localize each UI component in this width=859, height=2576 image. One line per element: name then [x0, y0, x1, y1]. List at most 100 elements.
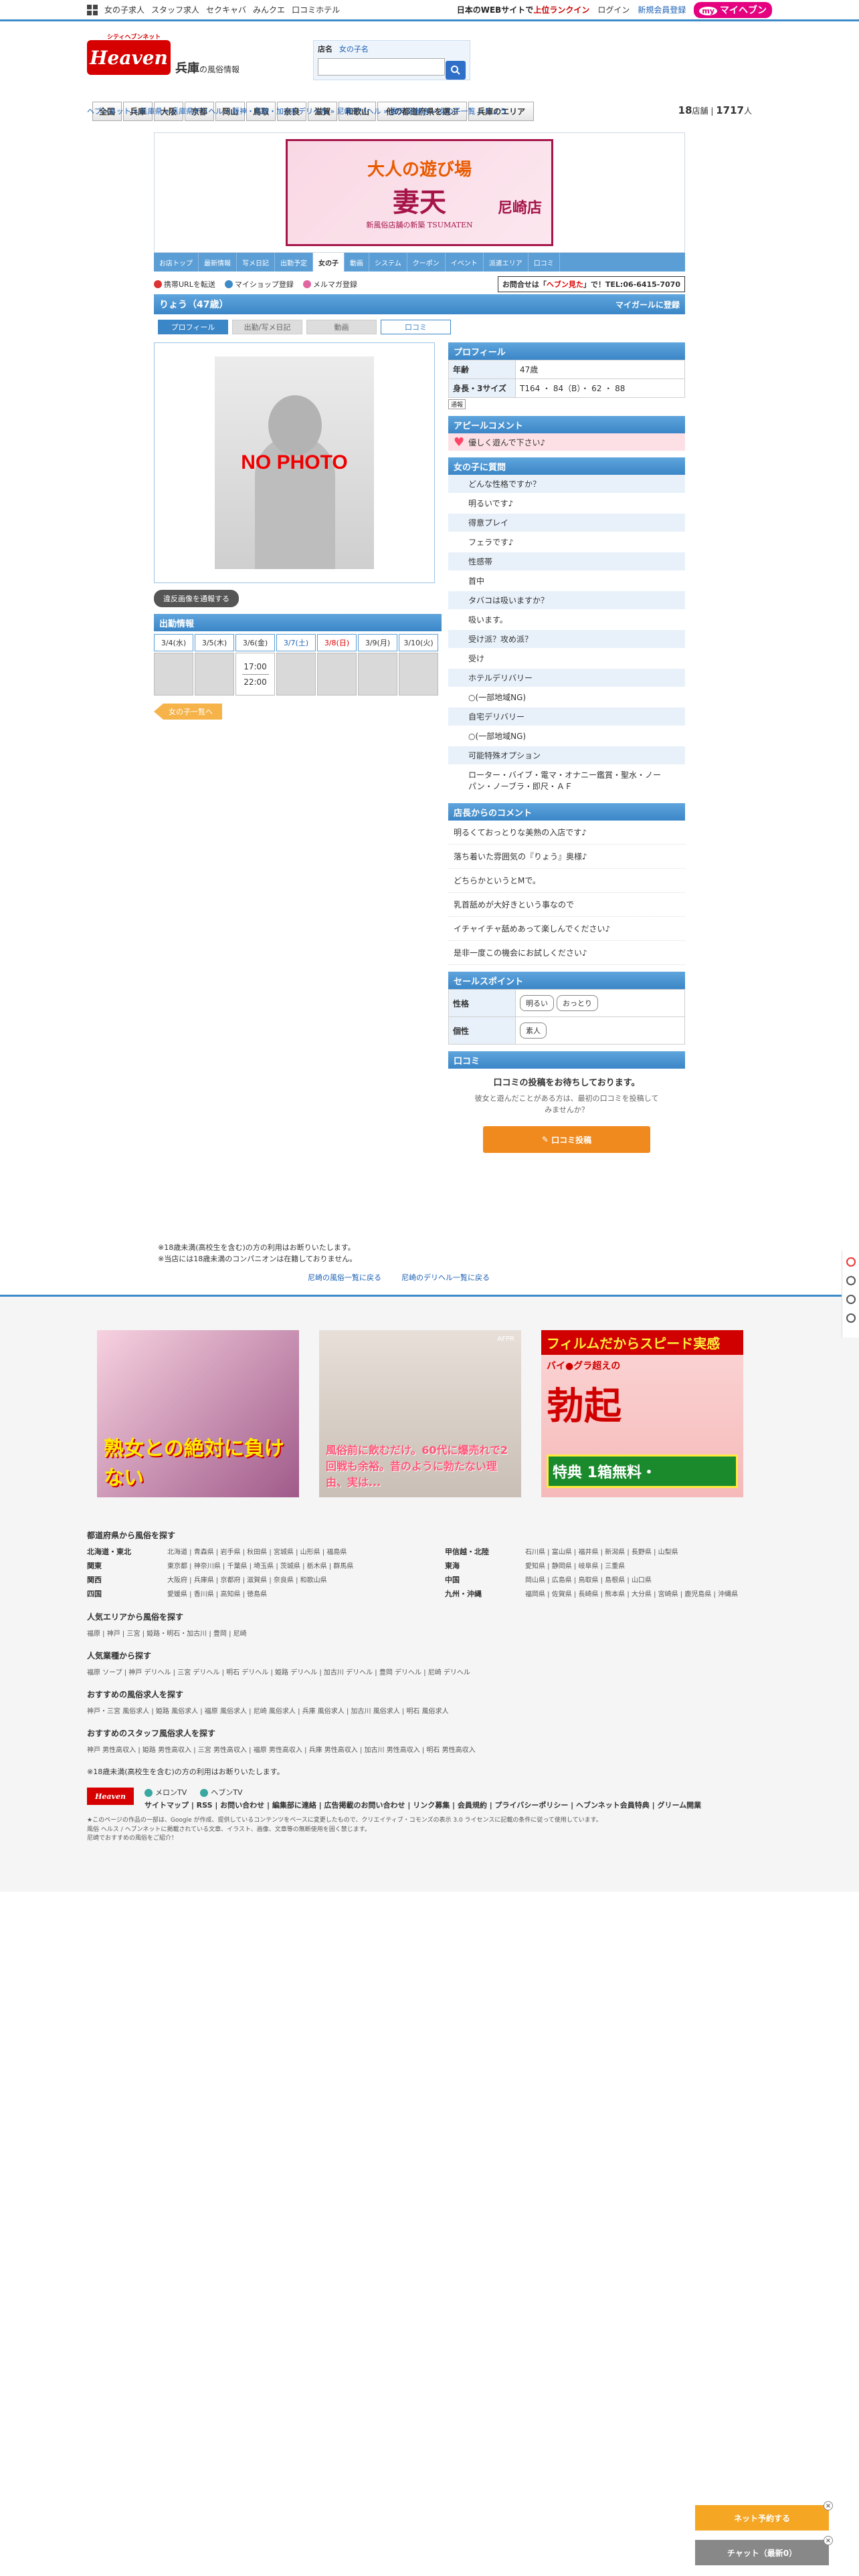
mail-icon	[302, 280, 311, 288]
shop-comment: 明るくておっとりな美熟の入店です♪ 落ち着いた雰囲気の『りょう』奥様♪ どちらかとい…	[448, 821, 685, 965]
count-divider: |	[710, 106, 714, 116]
tab-profile[interactable]: プロフィール	[158, 320, 228, 334]
region-prefs[interactable]: 石川県 | 富山県 | 福井県 | 新潟県 | 長野県 | 山梨県	[525, 1546, 678, 1557]
ranking-link[interactable]: 日本のWEBサイトで上位ランクイン	[457, 4, 590, 15]
top-link[interactable]: みんクエ	[253, 4, 285, 15]
start-time: 17:00	[244, 661, 267, 671]
region-prefs[interactable]: 大阪府 | 兵庫県 | 京都府 | 滋賀県 | 奈良県 | 和歌山県	[167, 1574, 327, 1585]
send-url-link[interactable]: 携帯URLを転送	[154, 279, 215, 290]
ad-banner[interactable]: AFPR 風俗前に飲むだけ。60代に爆売れで2回戦も余裕。昔のように勃たない理由、…	[319, 1330, 521, 1497]
my-heaven-button[interactable]: my マイヘブン	[694, 1, 772, 18]
breadcrumb[interactable]: ヘブンネット » 兵庫県 » 兵庫県デリヘル » 阪神・尼崎・加古川デリヘル »…	[87, 106, 752, 116]
footer-link-list[interactable]: サイトマップ | RSS | お問い合わせ | 編集部に連絡 | 広告掲載のお問…	[145, 1800, 701, 1812]
region-prefs[interactable]: 愛知県 | 静岡県 | 岐阜県 | 三重県	[525, 1560, 625, 1571]
post-review-button[interactable]: ✎ 口コミ投稿	[483, 1126, 650, 1153]
search-tab-girl[interactable]: 女の子名	[339, 45, 369, 53]
close-icon[interactable]: ×	[824, 2501, 833, 2510]
region-name: 中国	[445, 1576, 460, 1584]
top-link[interactable]: セクキャバ	[206, 4, 246, 15]
mailmag-link[interactable]: メルマガ登録	[302, 279, 357, 290]
tab-review[interactable]: 口コミ	[381, 320, 451, 334]
popular-area-links[interactable]: 福原 | 神戸 | 三宮 | 姫路・明石・加古川 | 豊岡 | 尼崎	[87, 1628, 776, 1638]
shop-nav-item[interactable]: 口コミ	[529, 253, 560, 272]
girl-list-button[interactable]: 女の子一覧へ	[154, 704, 222, 720]
site-logo[interactable]: シティヘブンネット Heaven	[87, 34, 171, 75]
qa-question: ホテルデリバリー	[448, 669, 685, 687]
melon-tv-link[interactable]: メロンTV	[145, 1788, 187, 1799]
sales-tag[interactable]: 明るい	[520, 995, 554, 1011]
search-tab-shop[interactable]: 店名	[318, 45, 332, 53]
report-button[interactable]: 通報	[448, 399, 466, 409]
ad-banner[interactable]: フィルムだからスピード実感 バイ●グラ超えの 勃起 特典 1箱無料・	[541, 1330, 743, 1497]
shop-nav-item[interactable]: 最新情報	[199, 253, 237, 272]
region-prefs[interactable]: 福岡県 | 佐賀県 | 長崎県 | 熊本県 | 大分県 | 宮崎県 | 鹿児島県…	[525, 1588, 738, 1599]
schedule-day: 3/10(火)	[399, 634, 438, 695]
schedule-grid: 3/4(水) 3/5(木) 3/6(金) 17:00 22:00 3/7(土) 3…	[154, 634, 442, 695]
shop-logo: 大人の遊び場 妻天 新風俗店舗の新築 TSUMATEN 尼崎店	[286, 139, 553, 246]
close-icon[interactable]: ×	[824, 2536, 833, 2545]
shop-nav-item[interactable]: お店トップ	[154, 253, 199, 272]
shop-nav-item[interactable]: 写メ日記	[237, 253, 275, 272]
myshop-link[interactable]: マイショップ登録	[224, 279, 294, 290]
grid-menu-icon[interactable]	[87, 4, 98, 15]
mygirl-button[interactable]: マイガールに登録	[615, 299, 680, 310]
register-link[interactable]: 新規会員登録	[638, 4, 686, 15]
top-link[interactable]: 女の子求人	[104, 4, 145, 15]
report-image-button[interactable]: 違反画像を通報する	[154, 590, 239, 607]
shop-nav-item[interactable]: 動画	[345, 253, 369, 272]
back-link[interactable]: 尼崎の風俗一覧に戻る	[308, 1272, 381, 1283]
clock-icon[interactable]	[846, 1276, 856, 1285]
sales-tag[interactable]: おっとり	[557, 995, 598, 1011]
region-row: 関東 東京都 | 神奈川県 | 千葉県 | 埼玉県 | 茨城県 | 栃木県 | 群…	[87, 1560, 418, 1571]
back-link[interactable]: 尼崎のデリヘル一覧に戻る	[401, 1272, 490, 1283]
region-name: 北海道・東北	[87, 1547, 131, 1556]
no-photo-placeholder: NO PHOTO	[215, 356, 374, 569]
region-prefs[interactable]: 岡山県 | 広島県 | 鳥取県 | 島根県 | 山口県	[525, 1574, 652, 1585]
side-toolbar	[842, 1251, 859, 1337]
footer-logo[interactable]: Heaven	[87, 1788, 134, 1805]
shop-nav-item[interactable]: イベント	[446, 253, 484, 272]
shop-nav-item-girls[interactable]: 女の子	[313, 253, 345, 272]
shop-nav-item[interactable]: 派遣エリア	[484, 253, 529, 272]
region-prefs[interactable]: 北海道 | 青森県 | 岩手県 | 秋田県 | 宮城県 | 山形県 | 福島県	[167, 1546, 347, 1557]
shop-nav-item[interactable]: システム	[369, 253, 407, 272]
profile-row: 年齢 47歳	[448, 360, 685, 379]
heaven-tv-link[interactable]: ヘブンTV	[200, 1788, 243, 1799]
tel-box[interactable]: お問合せは「ヘブン見た」で！TEL:06-6415-7070	[497, 276, 685, 292]
staff-links[interactable]: 神戸 男性高収入 | 姫路 男性高収入 | 三宮 男性高収入 | 福原 男性高収…	[87, 1744, 776, 1754]
region-prefs[interactable]: 愛媛県 | 香川県 | 高知県 | 徳島県	[167, 1588, 267, 1599]
sales-tag[interactable]: 素人	[520, 1023, 547, 1039]
history-icon[interactable]	[846, 1295, 856, 1304]
tab-diary[interactable]: 出勤/写メ日記	[232, 320, 302, 334]
girl-photo[interactable]: NO PHOTO	[154, 342, 435, 583]
region-prefs[interactable]: 東京都 | 神奈川県 | 千葉県 | 埼玉県 | 茨城県 | 栃木県 | 群馬県	[167, 1560, 353, 1571]
appeal-text: 優しく遊んで下さい♪	[468, 437, 546, 447]
shop-banner[interactable]: 大人の遊び場 妻天 新風俗店舗の新築 TSUMATEN 尼崎店	[154, 132, 685, 253]
ad-banner[interactable]: 熟女との絶対に負けない	[97, 1330, 299, 1497]
popular-type-title: 人気業種から探す	[87, 1651, 152, 1660]
login-link[interactable]: ログイン	[597, 4, 630, 15]
tab-video[interactable]: 動画	[306, 320, 377, 334]
tel-highlight: ヘブン見た	[546, 280, 583, 289]
tv-icon	[145, 1789, 153, 1797]
top-icon[interactable]	[846, 1313, 856, 1323]
star-icon	[224, 280, 233, 288]
schedule-slot[interactable]: 17:00 22:00	[235, 653, 275, 695]
top-link[interactable]: 口コミホテル	[292, 4, 340, 15]
net-reserve-button[interactable]: ネット予約する ×	[695, 2501, 833, 2531]
popular-type-links[interactable]: 福原 ソープ | 神戸 デリヘル | 三宮 デリヘル | 明石 デリヘル | 姫…	[87, 1667, 776, 1677]
chat-button[interactable]: チャット（最新0） ×	[695, 2536, 833, 2565]
search-input[interactable]	[318, 58, 445, 76]
end-time: 22:00	[244, 677, 267, 687]
shop-nav-item[interactable]: クーポン	[407, 253, 446, 272]
search-button[interactable]	[446, 61, 466, 80]
recruit-links[interactable]: 神戸・三宮 風俗求人 | 姫路 風俗求人 | 福原 風俗求人 | 尼崎 風俗求人…	[87, 1705, 776, 1715]
pref-sub: の風俗情報	[199, 65, 240, 74]
shop-nav-item[interactable]: 出勤予定	[275, 253, 313, 272]
schedule-date: 3/10(火)	[399, 634, 438, 651]
comment-line: 乳首舐めが大好きという事なので	[448, 893, 685, 917]
notification-icon[interactable]	[846, 1257, 856, 1267]
footer-links: メロンTV ヘブンTV サイトマップ | RSS | お問い合わせ | 編集部に連…	[145, 1788, 701, 1811]
sales-table: 性格 明るい おっとり 個性 素人	[448, 989, 685, 1045]
top-link[interactable]: スタッフ求人	[151, 4, 199, 15]
